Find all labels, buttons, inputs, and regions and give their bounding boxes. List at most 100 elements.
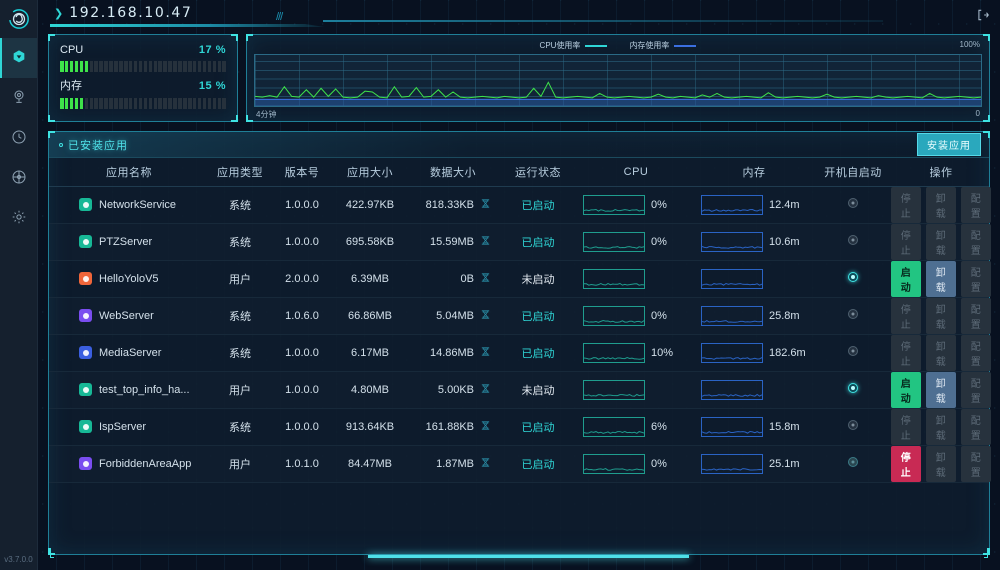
installed-apps-table: 应用名称应用类型版本号应用大小数据大小运行状态CPU内存开机自启动操作 Netw… xyxy=(49,158,989,483)
action-button-0[interactable]: 停止 xyxy=(891,446,921,482)
memory-usage-bar xyxy=(60,98,226,109)
sidebar: v3.7.0.0 xyxy=(0,0,38,570)
app-icon xyxy=(79,383,92,396)
cell-memory xyxy=(695,260,813,297)
cell-app-size: 4.80MB xyxy=(333,371,407,408)
app-name-label: HelloYoloV5 xyxy=(99,273,159,285)
action-button-2: 配置 xyxy=(961,372,991,408)
usage-segment xyxy=(203,98,207,109)
clear-data-icon[interactable] xyxy=(480,272,491,286)
autostart-toggle[interactable] xyxy=(848,198,858,208)
usage-segment xyxy=(149,61,153,72)
cell-memory: 182.6m xyxy=(695,334,813,371)
logout-icon[interactable] xyxy=(976,8,990,22)
usage-chart-plot xyxy=(254,54,982,107)
cpu-sparkline xyxy=(583,306,645,326)
cpu-sparkline xyxy=(583,232,645,252)
action-button-2: 配置 xyxy=(961,335,991,371)
cell-data-size: 5.04MB xyxy=(407,297,499,334)
action-button-2: 配置 xyxy=(961,298,991,334)
autostart-toggle[interactable] xyxy=(848,235,858,245)
usage-segment xyxy=(183,61,187,72)
usage-segment xyxy=(168,61,172,72)
autostart-toggle[interactable] xyxy=(848,272,858,282)
cell-app-type: 系统 xyxy=(209,186,271,223)
sidebar-item-history[interactable] xyxy=(0,118,37,158)
clear-data-icon[interactable] xyxy=(480,198,491,212)
autostart-toggle[interactable] xyxy=(848,420,858,430)
corner-decoration xyxy=(48,131,55,138)
table-row[interactable]: ForbiddenAreaApp用户1.0.1.084.47MB1.87MB已启… xyxy=(49,445,989,482)
cell-memory xyxy=(695,371,813,408)
cpu-sparkline xyxy=(583,417,645,437)
cell-autostart xyxy=(813,371,893,408)
action-button-0: 停止 xyxy=(891,335,921,371)
clear-data-icon[interactable] xyxy=(480,235,491,249)
status-badge: 未启动 xyxy=(522,385,555,397)
action-button-0: 停止 xyxy=(891,224,921,260)
app-name-label: IspServer xyxy=(99,421,146,433)
table-row[interactable]: PTZServer系统1.0.0.0695.58KB15.59MB已启动0%10… xyxy=(49,223,989,260)
usage-segment xyxy=(213,98,217,109)
app-cube-icon xyxy=(11,49,27,68)
usage-segment xyxy=(134,98,138,109)
cell-actions: 停止卸载配置 xyxy=(893,186,989,223)
usage-segment xyxy=(80,61,84,72)
cell-version: 1.0.0.0 xyxy=(271,186,333,223)
install-app-button[interactable]: 安装应用 xyxy=(917,133,981,156)
column-header-3: 应用大小 xyxy=(333,158,407,186)
usage-segment xyxy=(178,98,182,109)
autostart-toggle[interactable] xyxy=(848,309,858,319)
usage-segment xyxy=(109,98,113,109)
usage-segment xyxy=(222,98,226,109)
resource-usage-panel: CPU 17 % 内存 15 % xyxy=(48,34,238,122)
usage-segment xyxy=(119,61,123,72)
app-logo-icon xyxy=(0,0,37,38)
cpu-usage-bar xyxy=(60,61,226,72)
table-row[interactable]: HelloYoloV5用户2.0.0.06.39MB0B未启动启动卸载配置 xyxy=(49,260,989,297)
cell-app-type: 系统 xyxy=(209,223,271,260)
autostart-toggle[interactable] xyxy=(848,457,858,467)
autostart-toggle[interactable] xyxy=(848,383,858,393)
action-button-1[interactable]: 卸载 xyxy=(926,372,956,408)
usage-segment xyxy=(208,61,212,72)
cell-app-name: ForbiddenAreaApp xyxy=(49,445,209,482)
cell-version: 1.0.0.0 xyxy=(271,223,333,260)
table-row[interactable]: test_top_info_ha...用户1.0.0.04.80MB5.00KB… xyxy=(49,371,989,408)
usage-segment xyxy=(70,61,74,72)
cell-data-size: 818.33KB xyxy=(407,186,499,223)
clear-data-icon[interactable] xyxy=(480,346,491,360)
table-row[interactable]: MediaServer系统1.0.0.06.17MB14.86MB已启动10%1… xyxy=(49,334,989,371)
clear-data-icon[interactable] xyxy=(480,383,491,397)
memory-value-label: 25.1m xyxy=(769,458,800,470)
table-row[interactable]: WebServer系统1.0.6.066.86MB5.04MB已启动0%25.8… xyxy=(49,297,989,334)
clear-data-icon[interactable] xyxy=(480,457,491,471)
autostart-toggle[interactable] xyxy=(848,346,858,356)
sidebar-item-camera[interactable] xyxy=(0,78,37,118)
action-button-1: 卸载 xyxy=(926,409,956,445)
chart-y-max-label: 100% xyxy=(960,40,980,49)
installed-apps-panel: 已安装应用 安装应用 应用名称应用类型版本号应用大小数据大小运行状态CPU内存开… xyxy=(48,131,990,555)
column-header-0: 应用名称 xyxy=(49,158,209,186)
sidebar-item-target[interactable] xyxy=(0,158,37,198)
memory-sparkline xyxy=(701,232,763,252)
app-icon xyxy=(79,198,92,211)
table-row[interactable]: IspServer系统1.0.0.0913.64KB161.88KB已启动6%1… xyxy=(49,408,989,445)
usage-segment xyxy=(85,98,89,109)
table-row[interactable]: NetworkService系统1.0.0.0422.97KB818.33KB已… xyxy=(49,186,989,223)
action-button-1: 卸载 xyxy=(926,224,956,260)
cell-version: 1.0.1.0 xyxy=(271,445,333,482)
action-button-0[interactable]: 启动 xyxy=(891,372,921,408)
sidebar-item-apps[interactable] xyxy=(0,38,37,78)
cell-app-name: test_top_info_ha... xyxy=(49,371,209,408)
clear-data-icon[interactable] xyxy=(480,420,491,434)
app-name-label: WebServer xyxy=(99,310,154,322)
usage-segment xyxy=(188,98,192,109)
sidebar-item-settings[interactable] xyxy=(0,198,37,238)
action-button-0[interactable]: 启动 xyxy=(891,261,921,297)
usage-segment xyxy=(129,61,133,72)
clear-data-icon[interactable] xyxy=(480,309,491,323)
cell-actions: 停止卸载配置 xyxy=(893,223,989,260)
action-button-1[interactable]: 卸载 xyxy=(926,261,956,297)
usage-segment xyxy=(144,61,148,72)
